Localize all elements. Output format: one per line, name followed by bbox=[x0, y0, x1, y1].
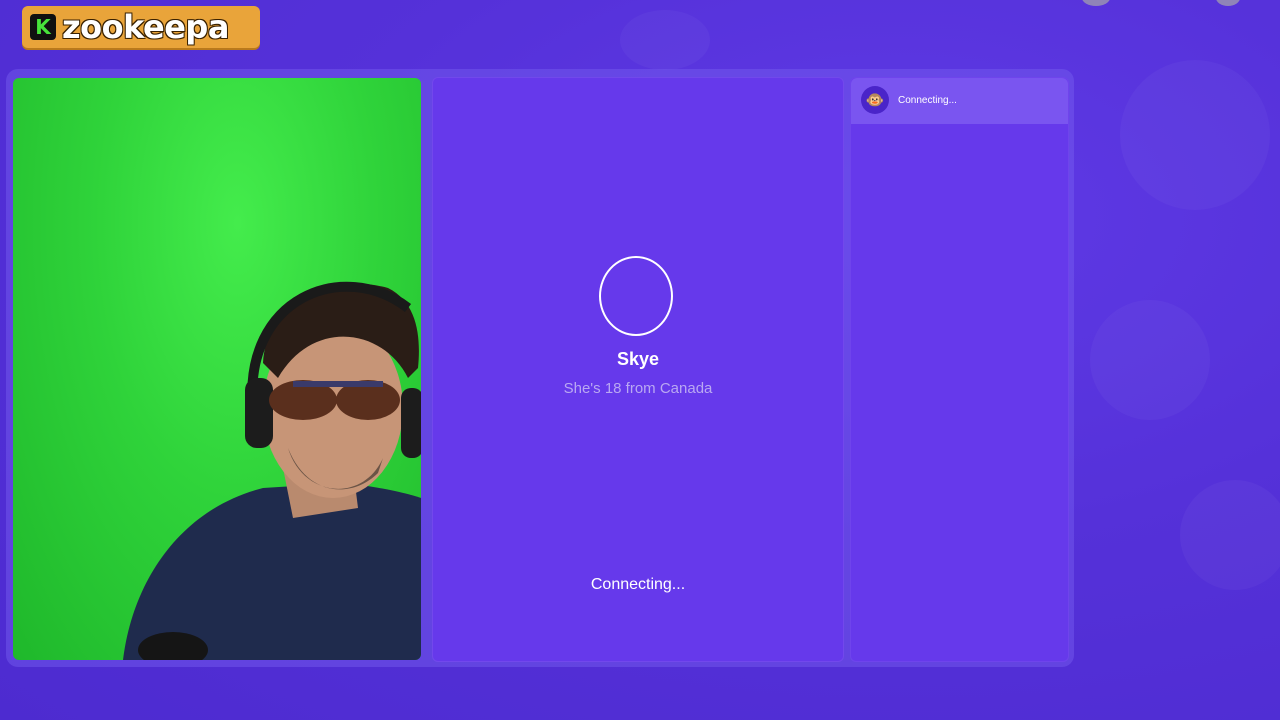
logo-mark-letter: K bbox=[35, 15, 51, 39]
chat-panel: 🐵 Connecting... bbox=[850, 77, 1069, 662]
background-pattern bbox=[1090, 300, 1210, 420]
self-video-person bbox=[123, 281, 421, 660]
remote-video-panel: Skye She's 18 from Canada Connecting... bbox=[432, 77, 844, 662]
menu-icon[interactable] bbox=[1082, 0, 1110, 6]
self-video bbox=[13, 78, 421, 660]
remote-user-info: She's 18 from Canada bbox=[563, 380, 713, 397]
chat-message-text: Connecting... bbox=[898, 95, 957, 106]
chat-message: 🐵 Connecting... bbox=[851, 78, 1068, 124]
loading-spinner-icon bbox=[599, 256, 673, 336]
background-pattern bbox=[620, 10, 710, 70]
zookeepa-logo[interactable]: K zookeepa bbox=[22, 6, 260, 48]
background-pattern bbox=[1120, 60, 1270, 210]
monkey-avatar-icon: 🐵 bbox=[861, 86, 889, 114]
connection-status: Connecting... bbox=[590, 576, 686, 593]
logo-mark-icon: K bbox=[30, 14, 56, 40]
logo-text: zookeepa bbox=[62, 8, 229, 46]
remote-user-name: Skye bbox=[616, 349, 660, 369]
profile-icon[interactable] bbox=[1216, 0, 1240, 6]
background-pattern bbox=[1180, 480, 1280, 590]
